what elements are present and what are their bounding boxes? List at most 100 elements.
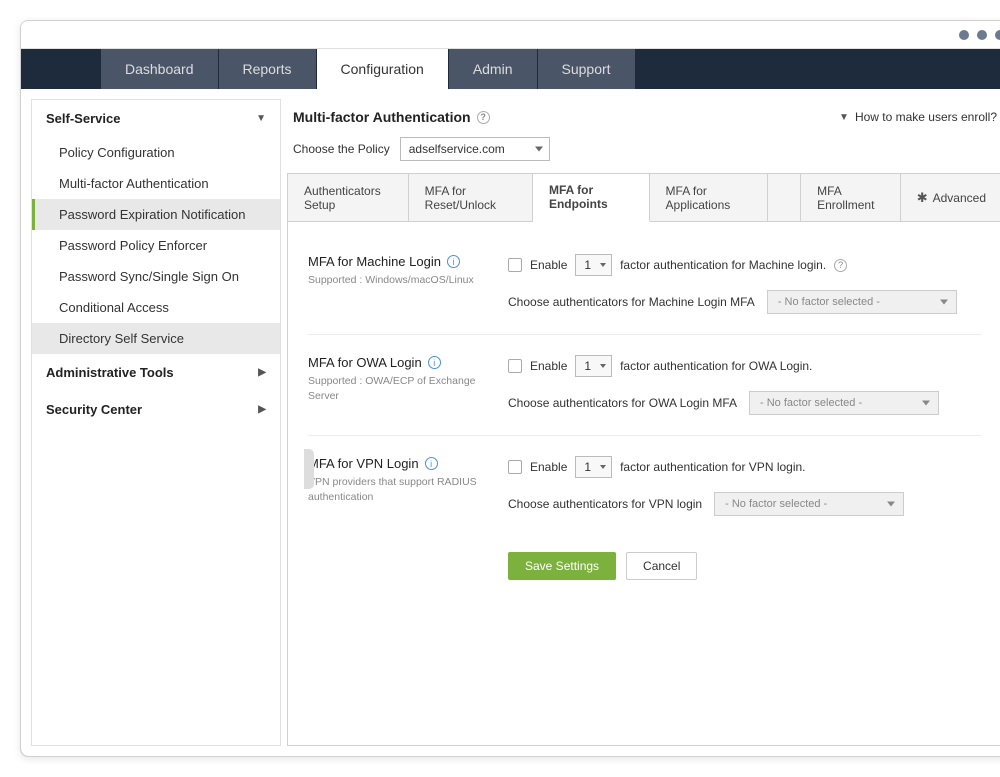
mfa-title: MFA for VPN Login i [308, 456, 478, 471]
factor-count-select[interactable]: 1 [575, 355, 612, 377]
policy-label: Choose the Policy [293, 142, 390, 156]
mfa-left: MFA for OWA Login i Supported : OWA/ECP … [308, 355, 478, 415]
sidebar-section-label: Self-Service [46, 111, 120, 126]
save-button[interactable]: Save Settings [508, 552, 616, 580]
content-wrap: Self-Service ▼ Policy Configuration Mult… [21, 89, 1000, 756]
chevron-right-icon: ▶ [258, 404, 266, 415]
sidebar: Self-Service ▼ Policy Configuration Mult… [31, 99, 281, 746]
sidebar-item-conditional-access[interactable]: Conditional Access [32, 292, 280, 323]
subtab-mfa-enrollment[interactable]: MFA Enrollment [801, 174, 901, 221]
choose-row: Choose authenticators for Machine Login … [508, 290, 982, 314]
sidebar-item-password-sync[interactable]: Password Sync/Single Sign On [32, 261, 280, 292]
policy-row: Choose the Policy adselfservice.com [287, 133, 1000, 173]
chevron-down-icon: ▼ [256, 113, 266, 124]
main: Multi-factor Authentication ? ▼ How to m… [281, 99, 1000, 746]
sidebar-item-password-expiration[interactable]: Password Expiration Notification [32, 199, 280, 230]
mfa-right: Enable 1 factor authentication for Machi… [508, 254, 982, 314]
enable-checkbox[interactable] [508, 460, 522, 474]
mfa-title-text: MFA for Machine Login [308, 254, 441, 269]
tab-reports[interactable]: Reports [219, 49, 317, 89]
mfa-block-machine: MFA for Machine Login i Supported : Wind… [308, 240, 982, 328]
select-placeholder: - No factor selected - [725, 498, 827, 510]
chevron-right-icon: ▶ [258, 367, 266, 378]
button-row: Save Settings Cancel [308, 530, 982, 588]
enable-label: Enable [530, 359, 567, 373]
gear-icon: ✱ [917, 190, 928, 206]
enable-checkbox[interactable] [508, 359, 522, 373]
help-icon[interactable]: ? [834, 259, 847, 272]
mfa-left: MFA for VPN Login i VPN providers that s… [308, 456, 478, 516]
info-icon[interactable]: i [428, 356, 441, 369]
factor-count-select[interactable]: 1 [575, 254, 612, 276]
info-icon[interactable]: i [447, 255, 460, 268]
enable-row: Enable 1 factor authentication for Machi… [508, 254, 982, 276]
authenticator-select[interactable]: - No factor selected - [767, 290, 957, 314]
chevron-down-icon: ▼ [839, 112, 849, 123]
sidebar-section-label: Administrative Tools [46, 365, 174, 380]
factor-value: 1 [584, 258, 591, 272]
enable-label: Enable [530, 460, 567, 474]
factor-value: 1 [584, 460, 591, 474]
authenticator-select[interactable]: - No factor selected - [749, 391, 939, 415]
enable-row: Enable 1 factor authentication for OWA L… [508, 355, 982, 377]
page-title: Multi-factor Authentication ? [293, 109, 490, 125]
subtab-mfa-applications[interactable]: MFA for Applications [650, 174, 769, 221]
subtab-spacer [768, 174, 801, 221]
mfa-left: MFA for Machine Login i Supported : Wind… [308, 254, 478, 314]
subtab-mfa-endpoints[interactable]: MFA for Endpoints [533, 174, 650, 222]
window-dot-1 [959, 30, 969, 40]
cancel-button[interactable]: Cancel [626, 552, 697, 580]
app: Dashboard Reports Configuration Admin Su… [21, 49, 1000, 756]
divider [308, 334, 982, 335]
choose-row: Choose authenticators for VPN login - No… [508, 492, 982, 516]
subtab-mfa-reset-unlock[interactable]: MFA for Reset/Unlock [409, 174, 533, 221]
tab-admin[interactable]: Admin [449, 49, 538, 89]
mfa-block-owa: MFA for OWA Login i Supported : OWA/ECP … [308, 341, 982, 429]
policy-select[interactable]: adselfservice.com [400, 137, 550, 161]
subtab-authenticators-setup[interactable]: Authenticators Setup [288, 174, 409, 221]
mfa-title: MFA for Machine Login i [308, 254, 478, 269]
mfa-title-text: MFA for VPN Login [308, 456, 419, 471]
choose-label: Choose authenticators for VPN login [508, 497, 702, 511]
info-icon[interactable]: i [425, 457, 438, 470]
tab-configuration[interactable]: Configuration [317, 49, 449, 89]
page-title-text: Multi-factor Authentication [293, 109, 471, 125]
help-link[interactable]: ▼ How to make users enroll? [839, 110, 997, 124]
divider [308, 435, 982, 436]
enable-suffix: factor authentication for VPN login. [620, 460, 805, 474]
topnav: Dashboard Reports Configuration Admin Su… [21, 49, 1000, 89]
sidebar-item-policy-configuration[interactable]: Policy Configuration [32, 137, 280, 168]
browser-chrome [21, 21, 1000, 49]
enable-label: Enable [530, 258, 567, 272]
mfa-subtitle: VPN providers that support RADIUS authen… [308, 475, 478, 504]
policy-value: adselfservice.com [409, 142, 505, 156]
tab-support[interactable]: Support [538, 49, 636, 89]
mfa-title: MFA for OWA Login i [308, 355, 478, 370]
subtab-advanced[interactable]: ✱ Advanced [901, 174, 1000, 221]
sidebar-item-password-policy-enforcer[interactable]: Password Policy Enforcer [32, 230, 280, 261]
factor-value: 1 [584, 359, 591, 373]
authenticator-select[interactable]: - No factor selected - [714, 492, 904, 516]
sidebar-section-self-service[interactable]: Self-Service ▼ [32, 100, 280, 137]
browser-frame: Dashboard Reports Configuration Admin Su… [20, 20, 1000, 757]
select-placeholder: - No factor selected - [760, 397, 862, 409]
sidebar-section-security-center[interactable]: Security Center ▶ [32, 391, 280, 428]
mfa-title-text: MFA for OWA Login [308, 355, 422, 370]
enable-row: Enable 1 factor authentication for VPN l… [508, 456, 982, 478]
sidebar-item-mfa[interactable]: Multi-factor Authentication [32, 168, 280, 199]
subtab-advanced-label: Advanced [933, 191, 986, 205]
main-header: Multi-factor Authentication ? ▼ How to m… [287, 99, 1000, 133]
enable-checkbox[interactable] [508, 258, 522, 272]
mfa-subtitle: Supported : OWA/ECP of Exchange Server [308, 374, 478, 403]
select-placeholder: - No factor selected - [778, 296, 880, 308]
factor-count-select[interactable]: 1 [575, 456, 612, 478]
sidebar-collapse-handle[interactable] [304, 449, 314, 489]
sidebar-item-directory-self-service[interactable]: Directory Self Service [32, 323, 280, 354]
choose-label: Choose authenticators for Machine Login … [508, 295, 755, 309]
help-icon[interactable]: ? [477, 111, 490, 124]
window-dot-3 [995, 30, 1000, 40]
choose-label: Choose authenticators for OWA Login MFA [508, 396, 737, 410]
sidebar-section-admin-tools[interactable]: Administrative Tools ▶ [32, 354, 280, 391]
tab-dashboard[interactable]: Dashboard [101, 49, 219, 89]
mfa-subtitle: Supported : Windows/macOS/Linux [308, 273, 478, 288]
